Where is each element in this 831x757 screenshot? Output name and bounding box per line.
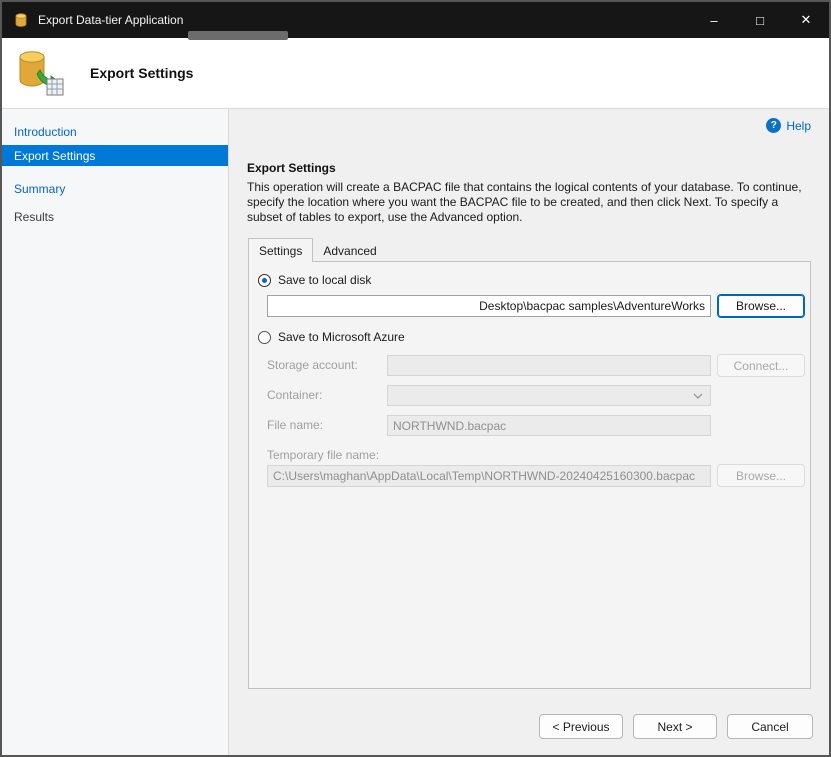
- cancel-button[interactable]: Cancel: [727, 714, 813, 739]
- connect-button: Connect...: [717, 354, 805, 377]
- temp-file-label: Temporary file name:: [267, 448, 379, 462]
- local-path-input[interactable]: [267, 295, 711, 317]
- window-title: Export Data-tier Application: [38, 13, 183, 27]
- export-database-icon: [16, 48, 66, 98]
- storage-account-input: [387, 355, 711, 376]
- sidebar-item-label: Introduction: [14, 125, 77, 139]
- file-name-label: File name:: [267, 418, 323, 432]
- browse-local-button[interactable]: Browse...: [717, 294, 805, 318]
- browse-temp-button: Browse...: [717, 464, 805, 487]
- tab-settings[interactable]: Settings: [248, 238, 313, 262]
- save-azure-label: Save to Microsoft Azure: [278, 330, 405, 344]
- save-local-radio[interactable]: Save to local disk: [258, 273, 371, 287]
- sidebar-item-export-settings[interactable]: Export Settings: [2, 145, 228, 166]
- page-title: Export Settings: [90, 65, 193, 81]
- wizard-footer: < Previous Next > Cancel: [539, 714, 813, 739]
- sidebar-item-label: Results: [14, 210, 54, 224]
- save-local-label: Save to local disk: [278, 273, 371, 287]
- settings-tabstrip: Settings Advanced: [248, 238, 387, 262]
- main-content: ? Help Export Settings This operation wi…: [229, 109, 829, 755]
- app-icon: [13, 12, 29, 28]
- sidebar-item-summary[interactable]: Summary: [2, 178, 228, 199]
- tab-advanced[interactable]: Advanced: [313, 241, 386, 261]
- section-description: This operation will create a BACPAC file…: [247, 180, 813, 225]
- chevron-down-icon: [693, 393, 703, 399]
- storage-account-label: Storage account:: [267, 358, 358, 372]
- help-link[interactable]: ? Help: [766, 118, 811, 133]
- wizard-header: Export Settings: [2, 38, 829, 109]
- sidebar-item-label: Export Settings: [14, 149, 95, 163]
- save-azure-radio[interactable]: Save to Microsoft Azure: [258, 330, 405, 344]
- help-icon: ?: [766, 118, 781, 133]
- temp-file-input: [267, 465, 711, 487]
- titlebar: Export Data-tier Application – □ ✕: [2, 2, 829, 38]
- radio-checked-icon: [258, 274, 271, 287]
- container-select: [387, 385, 711, 406]
- help-label: Help: [786, 119, 811, 133]
- close-button[interactable]: ✕: [783, 2, 829, 38]
- minimize-button[interactable]: –: [691, 2, 737, 38]
- previous-button[interactable]: < Previous: [539, 714, 623, 739]
- sidebar-item-label: Summary: [14, 182, 65, 196]
- sidebar-item-introduction[interactable]: Introduction: [2, 121, 228, 142]
- titlebar-artifact: [188, 31, 288, 40]
- wizard-steps-sidebar: Introduction Export Settings Summary Res…: [2, 109, 229, 755]
- radio-unchecked-icon: [258, 331, 271, 344]
- next-button[interactable]: Next >: [633, 714, 717, 739]
- sidebar-item-results: Results: [2, 206, 228, 227]
- file-name-input: [387, 415, 711, 436]
- settings-tab-panel: Save to local disk Browse... Save to Mic…: [248, 261, 811, 689]
- export-wizard-window: Export Data-tier Application – □ ✕ Expor…: [0, 0, 831, 757]
- window-controls: – □ ✕: [691, 2, 829, 38]
- section-heading: Export Settings: [247, 161, 336, 175]
- maximize-button[interactable]: □: [737, 2, 783, 38]
- container-label: Container:: [267, 388, 322, 402]
